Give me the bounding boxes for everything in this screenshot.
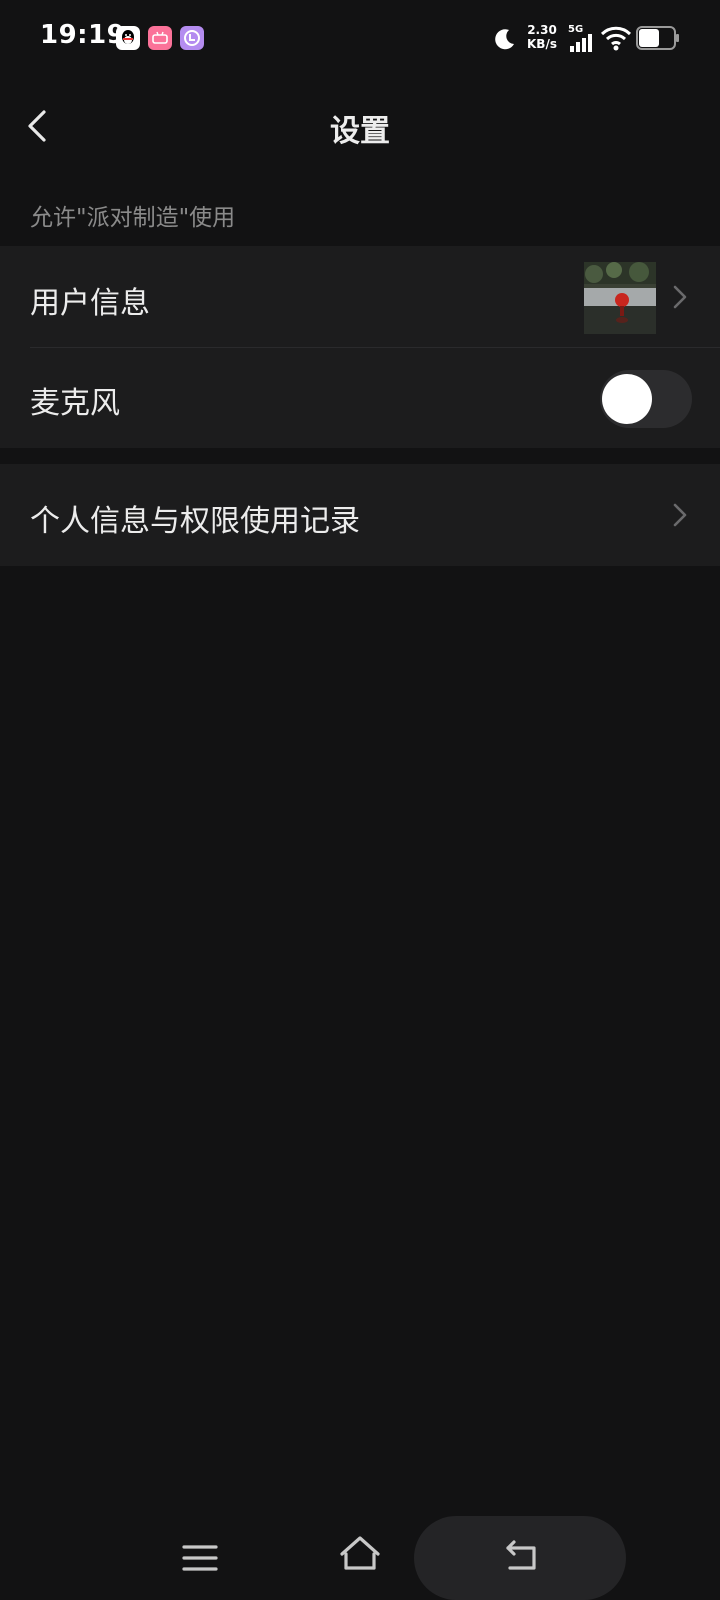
settings-screen: 19:19 2.30 KB/s 5G 设置 允许"派对制造"使用 用户信息 麦克… xyxy=(0,0,720,1600)
signal-icon xyxy=(570,34,592,52)
moon-icon xyxy=(495,29,514,50)
page-title: 设置 xyxy=(330,114,390,149)
user-info-row[interactable]: 用户信息 xyxy=(0,246,720,347)
wifi-icon xyxy=(600,26,632,51)
qq-icon xyxy=(116,26,140,50)
menu-icon xyxy=(182,1545,218,1571)
records-label: 个人信息与权限使用记录 xyxy=(30,504,360,539)
battery-icon xyxy=(636,26,679,50)
records-row[interactable]: 个人信息与权限使用记录 xyxy=(0,464,720,566)
back-icon xyxy=(506,1540,536,1570)
microphone-row: 麦克风 xyxy=(0,348,720,448)
nav-back-button[interactable] xyxy=(414,1516,626,1600)
permissions-card: 用户信息 麦克风 xyxy=(0,246,720,448)
net-speed: 2.30 KB/s xyxy=(524,23,560,51)
microphone-label: 麦克风 xyxy=(30,386,120,421)
section-caption: 允许"派对制造"使用 xyxy=(30,205,236,231)
status-time: 19:19 xyxy=(40,20,126,50)
user-info-label: 用户信息 xyxy=(30,286,150,321)
chevron-right-icon xyxy=(673,285,687,309)
microphone-toggle[interactable] xyxy=(600,370,692,428)
bilibili-icon xyxy=(148,26,172,50)
status-bar: 19:19 2.30 KB/s 5G xyxy=(0,0,720,78)
avatar xyxy=(584,262,656,334)
home-icon xyxy=(340,1536,380,1570)
header: 设置 xyxy=(0,78,720,174)
chevron-right-icon xyxy=(673,503,687,527)
records-card: 个人信息与权限使用记录 xyxy=(0,464,720,566)
app-icon xyxy=(180,26,204,50)
net-speed-value: 2.30 xyxy=(527,23,557,37)
net-speed-unit: KB/s xyxy=(527,37,557,51)
nav-home-button[interactable] xyxy=(336,1530,384,1578)
nav-menu-button[interactable] xyxy=(178,1536,222,1580)
toggle-knob xyxy=(602,374,652,424)
